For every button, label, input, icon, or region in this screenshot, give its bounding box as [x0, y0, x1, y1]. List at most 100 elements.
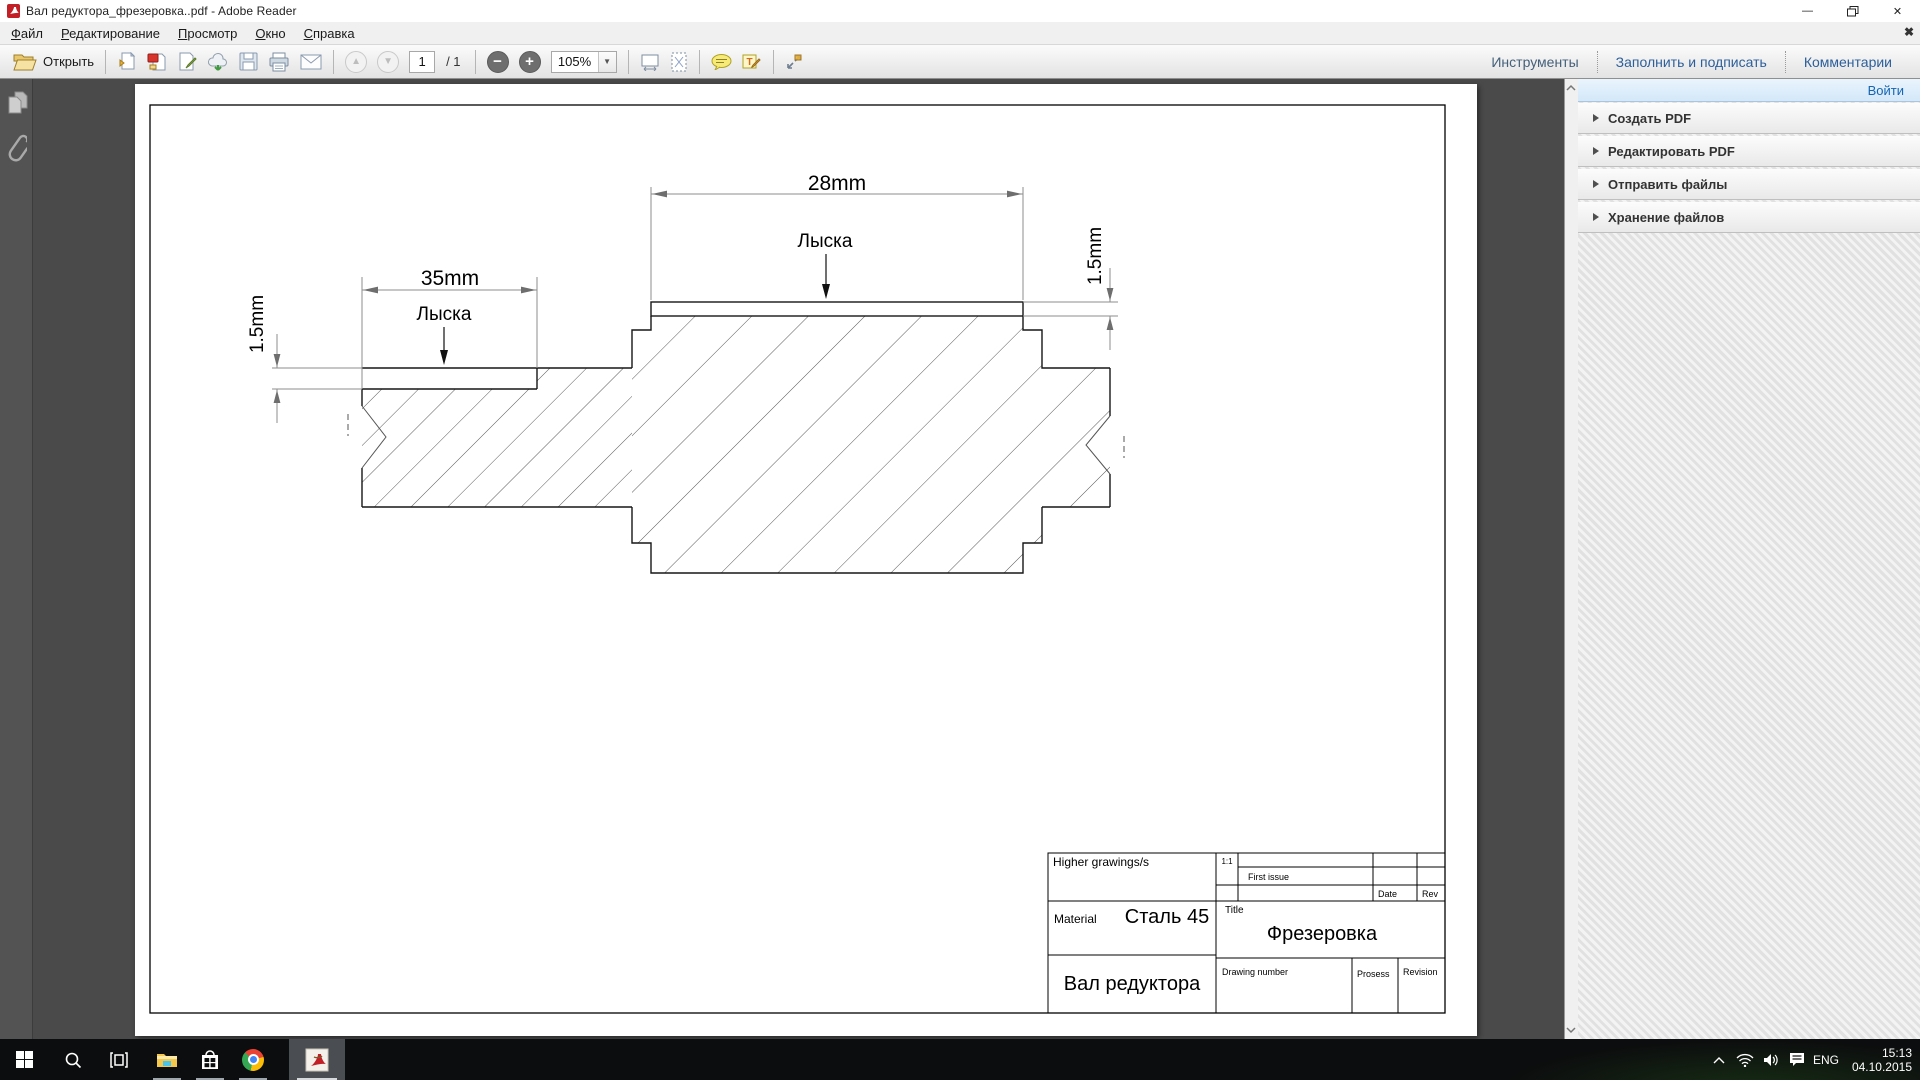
minimize-button[interactable]: —: [1785, 0, 1830, 22]
separator: [699, 50, 700, 74]
menu-file[interactable]: Файл: [2, 24, 52, 43]
minimize-icon: —: [1802, 5, 1813, 17]
language-indicator[interactable]: ENG: [1808, 1039, 1844, 1080]
task-view-button[interactable]: [97, 1039, 141, 1080]
title-block-text: Higher grawings/s 1:1 First issue Date R…: [1053, 855, 1439, 995]
wifi-tray-button[interactable]: [1732, 1039, 1758, 1080]
tools-button[interactable]: Инструменты: [1473, 50, 1596, 74]
title-bar: Вал редуктора_фрезеровка..pdf - Adobe Re…: [0, 0, 1920, 22]
document-scrollbar[interactable]: [1564, 79, 1578, 1039]
save-icon: [239, 52, 258, 71]
close-document-icon[interactable]: ✖: [1904, 25, 1914, 39]
panel-item-store-files[interactable]: Хранение файлов: [1578, 202, 1920, 233]
adobe-reader-icon: [305, 1048, 329, 1072]
scroll-down-icon[interactable]: [1566, 1026, 1576, 1034]
comment-button[interactable]: [706, 48, 737, 76]
rev-label: Rev: [1422, 889, 1439, 899]
flat-label-left: Лыска: [417, 304, 472, 325]
open-folder-icon: [13, 53, 37, 71]
time-label: 15:13: [1882, 1046, 1912, 1060]
search-button[interactable]: [51, 1039, 95, 1080]
speaker-icon: [1763, 1053, 1779, 1067]
fit-width-icon: [640, 53, 660, 71]
menu-window[interactable]: Окно: [246, 24, 294, 43]
separator: [773, 50, 774, 74]
action-center-button[interactable]: [1784, 1039, 1810, 1080]
panel-item-edit-pdf[interactable]: Редактировать PDF: [1578, 136, 1920, 167]
menu-edit[interactable]: Редактирование: [52, 24, 169, 43]
close-button[interactable]: ✕: [1875, 0, 1920, 22]
export-pdf-button[interactable]: [112, 48, 142, 76]
dim-left-depth: 1.5mm: [247, 295, 268, 353]
fullscreen-button[interactable]: [780, 48, 808, 76]
separator: [333, 50, 334, 74]
sign-in-label: Войти: [1868, 83, 1904, 98]
chrome-icon: [242, 1049, 264, 1071]
windows-start-icon: [16, 1051, 33, 1068]
menu-help[interactable]: Справка: [295, 24, 364, 43]
drawing-number-label: Drawing number: [1222, 967, 1288, 977]
previous-page-button[interactable]: ▲: [340, 48, 372, 76]
dim-top-width: 28mm: [808, 172, 866, 195]
chrome-button[interactable]: [231, 1039, 275, 1080]
zoom-level-value: 105%: [552, 54, 598, 69]
scale-value: 1:1: [1221, 857, 1233, 866]
material-value: Сталь 45: [1125, 906, 1209, 928]
zoom-in-button[interactable]: +: [514, 48, 546, 76]
fit-page-button[interactable]: [665, 48, 693, 76]
adobe-reader-taskbar-button[interactable]: [289, 1039, 345, 1080]
email-button[interactable]: [295, 48, 327, 76]
sign-in-bar[interactable]: Войти: [1578, 79, 1920, 102]
next-page-icon: ▼: [377, 51, 399, 73]
panel-item-send-files[interactable]: Отправить файлы: [1578, 169, 1920, 200]
store-button[interactable]: [188, 1039, 232, 1080]
zoom-out-button[interactable]: −: [482, 48, 514, 76]
action-center-icon: [1789, 1052, 1805, 1067]
create-pdf-button[interactable]: [142, 48, 172, 76]
export-pdf-icon: [117, 52, 137, 72]
chevron-down-icon: ▼: [598, 52, 616, 72]
file-explorer-button[interactable]: [145, 1039, 189, 1080]
open-button[interactable]: Открыть: [8, 48, 99, 76]
page-number-input[interactable]: 1: [404, 48, 440, 76]
adobe-reader-app-icon: [7, 4, 20, 18]
engineering-drawing: 28mm 35mm Лыска Лыска 1.5mm 1.5mm Higher…: [135, 84, 1477, 1036]
date-label: 04.10.2015: [1852, 1060, 1912, 1074]
search-icon: [64, 1051, 82, 1069]
page-number-value: 1: [409, 51, 435, 73]
comments-panel-button[interactable]: Комментарии: [1786, 50, 1910, 74]
page-thumbnails-icon[interactable]: [8, 91, 28, 115]
upload-cloud-button[interactable]: [202, 48, 234, 76]
material-label: Material: [1054, 912, 1097, 926]
fill-sign-panel-button[interactable]: Заполнить и подписать: [1598, 50, 1785, 74]
page-total-label: / 1: [446, 54, 460, 69]
scroll-up-icon[interactable]: [1566, 84, 1576, 92]
attachments-paperclip-icon[interactable]: [7, 134, 27, 164]
chevron-right-icon: [1593, 147, 1599, 155]
separator: [105, 50, 106, 74]
fit-width-button[interactable]: [635, 48, 665, 76]
next-page-button[interactable]: ▼: [372, 48, 404, 76]
fill-sign-tool-icon: T: [742, 53, 762, 71]
fullscreen-icon: [785, 53, 803, 71]
restore-icon: [1847, 6, 1859, 17]
tray-expand-button[interactable]: [1706, 1039, 1732, 1080]
zoom-level-select[interactable]: 105% ▼: [546, 48, 622, 76]
save-button[interactable]: [234, 48, 263, 76]
panel-item-create-pdf[interactable]: Создать PDF: [1578, 103, 1920, 134]
chevron-up-icon: [1713, 1056, 1725, 1064]
start-button[interactable]: [2, 1039, 46, 1080]
clock[interactable]: 15:13 04.10.2015: [1852, 1039, 1912, 1080]
fill-sign-tool-button[interactable]: T: [737, 48, 767, 76]
print-button[interactable]: [263, 48, 295, 76]
sign-page-button[interactable]: [172, 48, 202, 76]
print-icon: [268, 52, 290, 72]
close-icon: ✕: [1893, 5, 1902, 18]
menu-view[interactable]: Просмотр: [169, 24, 246, 43]
zoom-out-icon: −: [487, 51, 509, 73]
volume-tray-button[interactable]: [1758, 1039, 1784, 1080]
upload-cloud-icon: [207, 52, 229, 72]
restore-button[interactable]: [1830, 0, 1875, 22]
file-explorer-icon: [156, 1051, 178, 1069]
title-value: Фрезеровка: [1267, 923, 1378, 945]
